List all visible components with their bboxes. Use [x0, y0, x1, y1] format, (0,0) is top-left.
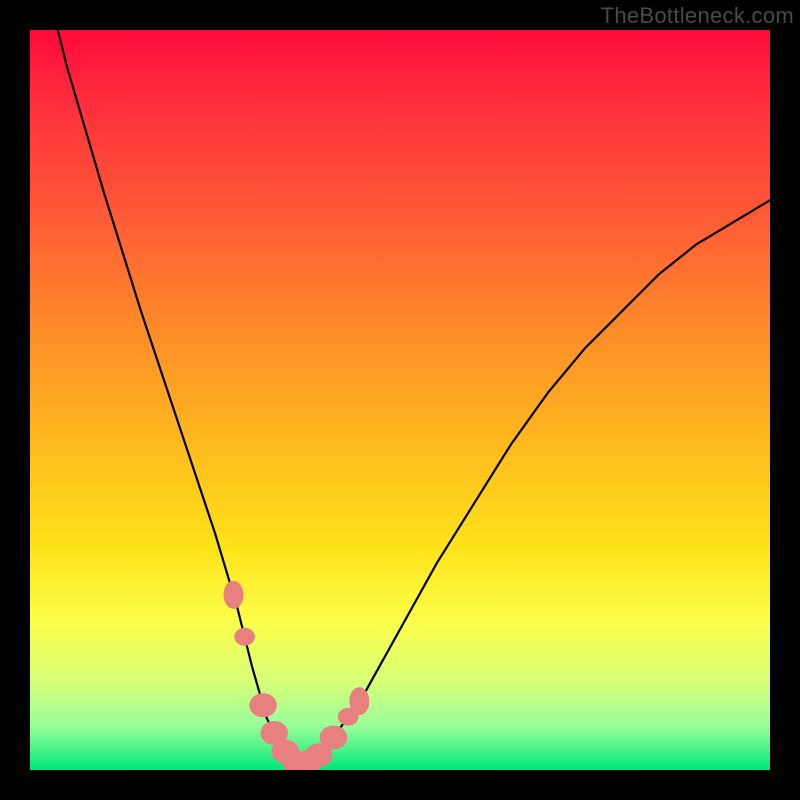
watermark: TheBottleneck.com [601, 3, 794, 29]
curve-line [30, 30, 770, 763]
min-zone-marker [320, 725, 348, 749]
min-zone-marker [249, 693, 277, 717]
min-zone-marker [234, 628, 255, 646]
bottleneck-chart [30, 30, 770, 770]
chart-frame [30, 30, 770, 770]
min-zone-marker [349, 687, 369, 715]
min-zone-marker [224, 581, 244, 609]
